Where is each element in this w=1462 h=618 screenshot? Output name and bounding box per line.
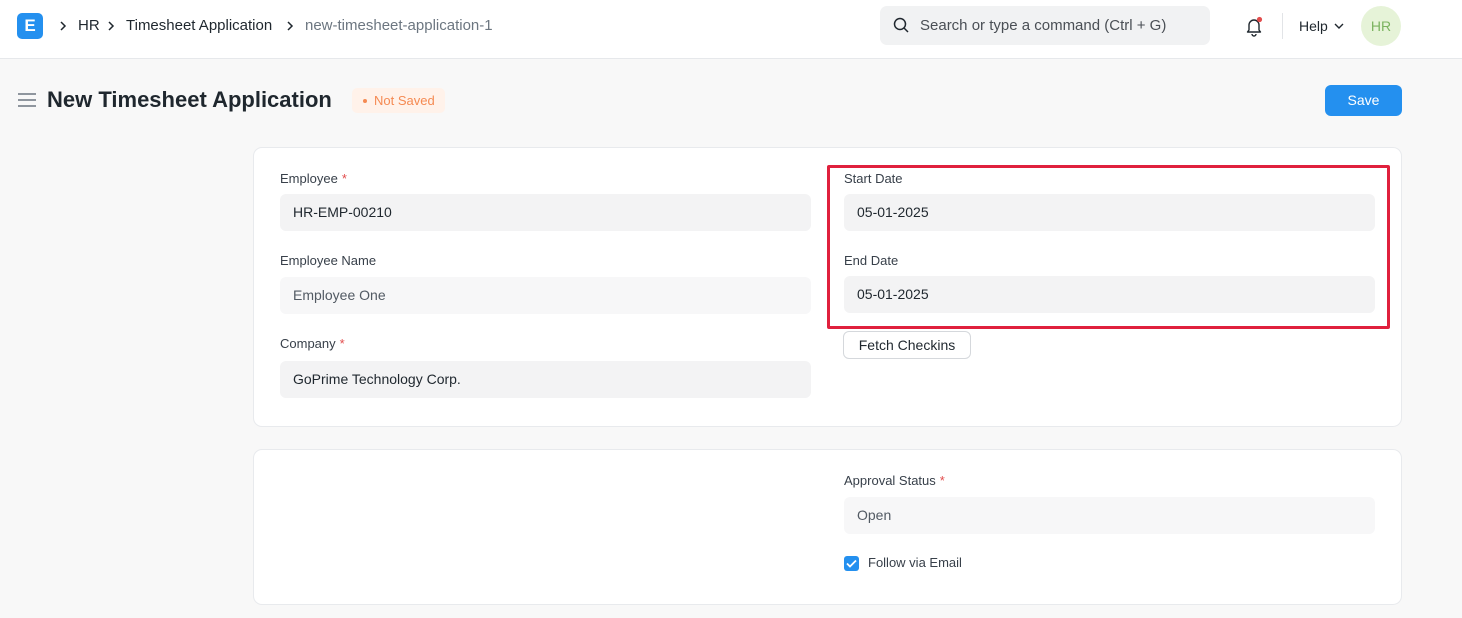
- breadcrumb-timesheet-application[interactable]: Timesheet Application: [126, 17, 272, 35]
- checkmark-icon: [846, 559, 857, 568]
- approval-status-label: Approval Status *: [844, 473, 945, 488]
- fetch-checkins-button[interactable]: Fetch Checkins: [843, 331, 971, 359]
- required-marker: *: [341, 171, 347, 186]
- end-date-field[interactable]: 05-01-2025: [844, 276, 1375, 313]
- user-avatar[interactable]: HR: [1361, 6, 1401, 46]
- search-bar[interactable]: Search or type a command (Ctrl + G): [880, 6, 1210, 45]
- help-menu[interactable]: Help: [1299, 17, 1328, 35]
- employee-name-label: Employee Name: [280, 253, 377, 268]
- app-logo[interactable]: E: [17, 13, 43, 39]
- notification-bell-icon[interactable]: [1243, 15, 1265, 37]
- start-date-label: Start Date: [844, 171, 903, 186]
- company-label: Company *: [280, 336, 345, 351]
- breadcrumb-current-document[interactable]: new-timesheet-application-1: [305, 17, 493, 35]
- page-title: New Timesheet Application: [47, 87, 332, 112]
- follow-via-email-label[interactable]: Follow via Email: [868, 555, 962, 571]
- end-date-label: End Date: [844, 253, 899, 268]
- search-placeholder: Search or type a command (Ctrl + G): [920, 17, 1167, 34]
- status-badge-label: Not Saved: [374, 93, 435, 108]
- chevron-right-icon: [60, 21, 67, 31]
- employee-label: Employee *: [280, 171, 347, 186]
- status-badge: Not Saved: [352, 88, 445, 113]
- search-icon: [893, 17, 909, 33]
- top-navbar: E HR Timesheet Application new-timesheet…: [0, 0, 1462, 59]
- company-field[interactable]: GoPrime Technology Corp.: [280, 361, 811, 398]
- start-date-field[interactable]: 05-01-2025: [844, 194, 1375, 231]
- chevron-right-icon: [108, 21, 115, 31]
- follow-via-email-checkbox[interactable]: [844, 556, 859, 571]
- chevron-right-icon: [287, 21, 294, 31]
- chevron-down-icon[interactable]: [1334, 22, 1344, 30]
- approval-status-select[interactable]: Open: [844, 497, 1375, 534]
- sidebar-toggle-icon[interactable]: [18, 93, 36, 107]
- employee-name-field: Employee One: [280, 277, 811, 314]
- required-marker: *: [339, 336, 345, 351]
- navbar-divider: [1282, 13, 1283, 39]
- status-dot-icon: [363, 99, 367, 103]
- employee-field[interactable]: HR-EMP-00210: [280, 194, 811, 231]
- breadcrumb-hr[interactable]: HR: [78, 17, 100, 35]
- save-button[interactable]: Save: [1325, 85, 1402, 116]
- required-marker: *: [939, 473, 945, 488]
